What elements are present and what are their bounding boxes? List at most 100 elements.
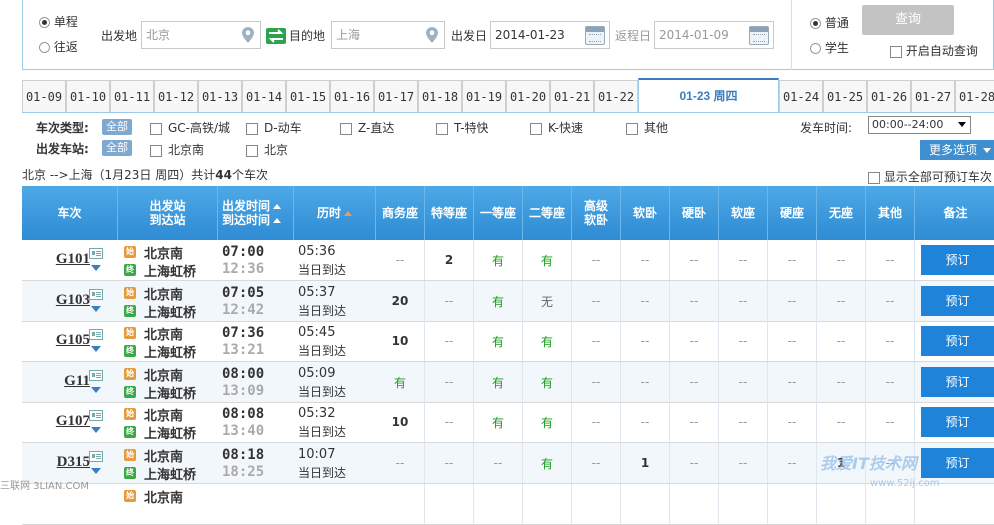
calendar-icon[interactable] [585, 26, 605, 45]
train-no-link[interactable]: G105 [56, 332, 90, 349]
train-no-link[interactable]: G101 [56, 251, 90, 268]
radio-student[interactable] [810, 43, 821, 54]
date-tab[interactable]: 01-17 [374, 80, 418, 112]
train-type-all-button[interactable]: 全部 [102, 119, 132, 135]
sort-up-icon[interactable] [344, 210, 352, 216]
arrive-time: 12:36 [222, 261, 265, 277]
calendar-icon[interactable] [749, 26, 769, 45]
checkbox[interactable] [626, 122, 638, 135]
from-station: 北京南 [144, 247, 184, 262]
date-tab[interactable]: 01-25 [823, 80, 867, 112]
train-info-icon[interactable] [89, 329, 103, 340]
radio-roundtrip[interactable] [39, 42, 50, 53]
sort-up-icon[interactable] [273, 218, 282, 223]
date-tab[interactable]: 01-15 [286, 80, 330, 112]
ticket-student[interactable]: 学生 [810, 39, 849, 56]
train-type-option[interactable]: T-特快 [436, 119, 489, 136]
train-type-option-label: K-快速 [548, 121, 583, 135]
train-type-option[interactable]: K-快速 [530, 119, 583, 136]
date-tab[interactable]: 01-10 [66, 80, 110, 112]
watermark-url: www.52ij.com [870, 478, 940, 489]
radio-oneway[interactable] [39, 17, 50, 28]
trip-roundtrip[interactable]: 往返 [39, 38, 78, 55]
date-tab[interactable]: 01-11 [110, 80, 154, 112]
date-tab[interactable]: 01-27 [911, 80, 955, 112]
book-button[interactable]: 预订 [921, 286, 994, 316]
chevron-down-icon[interactable] [91, 306, 101, 317]
chevron-down-icon[interactable] [91, 346, 101, 357]
station-all-button[interactable]: 全部 [102, 140, 132, 156]
col-duration[interactable]: 历时 [294, 186, 376, 240]
train-info-icon[interactable] [89, 410, 103, 421]
checkbox[interactable] [246, 122, 258, 135]
train-type-option[interactable]: D-动车 [246, 119, 302, 136]
book-button[interactable]: 预订 [921, 245, 994, 275]
seat-availability: 有 [523, 443, 572, 483]
train-info-icon[interactable] [89, 248, 103, 259]
query-button[interactable]: 查询 [862, 5, 954, 35]
ticket-normal[interactable]: 普通 [810, 14, 849, 31]
checkbox[interactable] [530, 122, 542, 135]
chevron-down-icon[interactable] [91, 265, 101, 276]
depart-time-select[interactable]: 00:00--24:00 [868, 116, 971, 134]
book-button[interactable]: 预订 [921, 407, 994, 437]
train-type-option[interactable]: GC-高铁/城 [150, 119, 230, 136]
checkbox[interactable] [150, 122, 162, 135]
checkbox[interactable] [340, 122, 352, 135]
train-no-link[interactable]: G11 [64, 373, 90, 390]
train-type-option[interactable]: Z-直达 [340, 119, 394, 136]
seat-availability: -- [621, 362, 670, 402]
show-all-bookable[interactable]: 显示全部可预订车次 [868, 168, 992, 185]
train-no-link[interactable]: G107 [56, 413, 90, 430]
auto-query-checkbox[interactable] [890, 45, 902, 58]
chevron-down-icon[interactable] [91, 468, 101, 479]
train-type-option[interactable]: 其他 [626, 119, 668, 136]
train-info-icon[interactable] [89, 370, 103, 381]
date-tab[interactable]: 01-24 [779, 80, 823, 112]
train-no-link[interactable]: D315 [57, 454, 90, 471]
station-option[interactable]: 北京 [246, 141, 288, 158]
date-tab[interactable]: 01-16 [330, 80, 374, 112]
col-stations[interactable]: 出发站 到达站 [118, 186, 218, 240]
date-tab[interactable]: 01-26 [867, 80, 911, 112]
train-no-link[interactable]: G103 [56, 292, 90, 309]
date-tab[interactable]: 01-21 [550, 80, 594, 112]
auto-query[interactable]: 开启自动查询 [890, 42, 978, 59]
checkbox[interactable] [246, 144, 258, 157]
trip-oneway[interactable]: 单程 [39, 13, 78, 30]
station-option[interactable]: 北京南 [150, 141, 204, 158]
book-button[interactable]: 预订 [921, 448, 994, 478]
sort-up-icon[interactable] [273, 204, 282, 209]
book-button[interactable]: 预订 [921, 367, 994, 397]
date-tab[interactable]: 01-23 周四 [638, 78, 779, 112]
date-tab[interactable]: 01-14 [242, 80, 286, 112]
duration-cell: 05:32 当日到达 [298, 402, 378, 442]
swap-icon[interactable] [266, 28, 286, 44]
date-tab[interactable]: 01-09 [22, 80, 66, 112]
date-tab[interactable]: 01-12 [154, 80, 198, 112]
checkbox[interactable] [150, 144, 162, 157]
start-station-badge: 始 [124, 368, 136, 380]
date-tab[interactable]: 01-20 [506, 80, 550, 112]
col-train-no[interactable]: 车次 [22, 186, 118, 240]
date-tab[interactable]: 01-28 [955, 80, 994, 112]
more-options-button[interactable]: 更多选项 [920, 140, 994, 160]
date-tab[interactable]: 01-18 [418, 80, 462, 112]
from-field[interactable]: 北京 [141, 21, 261, 49]
show-all-checkbox[interactable] [868, 171, 880, 184]
chevron-down-icon[interactable] [91, 427, 101, 438]
to-field[interactable]: 上海 [331, 21, 445, 49]
col-times[interactable]: 出发时间 到达时间 [218, 186, 294, 240]
date-tab[interactable]: 01-19 [462, 80, 506, 112]
return-date-field[interactable]: 2014-01-09 [654, 21, 774, 49]
checkbox[interactable] [436, 122, 448, 135]
radio-normal[interactable] [810, 18, 821, 29]
chevron-down-icon[interactable] [91, 387, 101, 398]
seat-availability: -- [866, 240, 915, 280]
date-tab[interactable]: 01-22 [594, 80, 638, 112]
depart-date-field[interactable]: 2014-01-23 [490, 21, 610, 49]
train-info-icon[interactable] [89, 451, 103, 462]
train-info-icon[interactable] [89, 289, 103, 300]
date-tab[interactable]: 01-13 [198, 80, 242, 112]
book-button[interactable]: 预订 [921, 326, 994, 356]
